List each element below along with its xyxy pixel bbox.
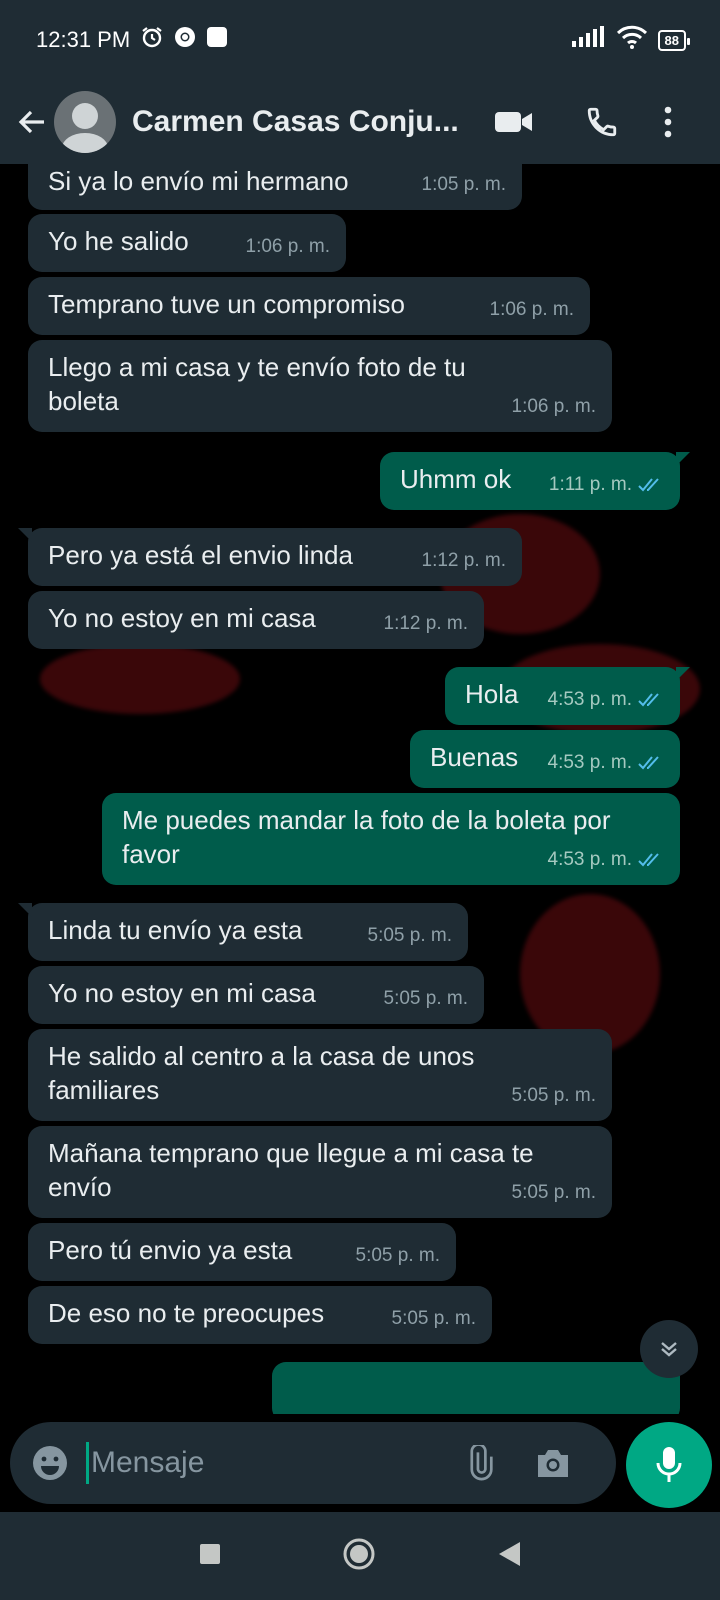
message-time: 1:12 p. m. xyxy=(383,613,469,634)
more-vertical-icon[interactable] xyxy=(646,92,690,152)
message-text: Llego a mi casa y te envío foto de tu bo… xyxy=(48,352,466,416)
message-bubble-incoming[interactable]: Pero ya está el envio linda 1:12 p. m. xyxy=(18,528,522,586)
message-time: 1:05 p. m. xyxy=(421,174,507,195)
message-time: 1:06 p. m. xyxy=(511,396,597,417)
message-bubble-incoming[interactable]: Yo he salido 1:06 p. m. xyxy=(28,214,346,272)
message-bubble-outgoing[interactable]: Uhmm ok 1:11 p. m. xyxy=(380,452,690,510)
read-receipt-icon xyxy=(638,853,659,867)
chat-header: Carmen Casas Conju... xyxy=(0,80,720,164)
message-text: Buenas xyxy=(430,742,519,772)
message-time: 5:05 p. m. xyxy=(383,988,469,1009)
read-receipt-icon xyxy=(638,756,659,770)
emoji-icon[interactable] xyxy=(30,1443,70,1483)
read-receipt-icon xyxy=(638,478,659,492)
status-time: 12:31 PM xyxy=(36,27,131,52)
message-bubble-incoming[interactable]: Temprano tuve un compromiso 1:06 p. m. xyxy=(28,277,590,335)
home-icon[interactable] xyxy=(342,1537,376,1576)
wifi-icon xyxy=(616,25,648,55)
alarm-icon xyxy=(140,25,164,55)
recents-icon[interactable] xyxy=(198,1542,222,1571)
message-bubble-incoming[interactable]: Mañana temprano que llegue a mi casa te … xyxy=(28,1126,612,1218)
camera-icon[interactable] xyxy=(531,1441,575,1485)
message-text: Pero ya está el envio linda xyxy=(48,540,353,570)
message-text: De eso no te preocupes xyxy=(48,1298,325,1328)
message-text: Si ya lo envío mi hermano xyxy=(48,166,349,196)
message-time: 5:05 p. m. xyxy=(511,1182,597,1203)
message-bubble-outgoing-partial[interactable] xyxy=(272,1362,690,1414)
system-navigation-bar xyxy=(0,1512,720,1600)
message-time: 1:12 p. m. xyxy=(421,550,507,571)
chrome-icon xyxy=(174,26,196,54)
back-triangle-icon[interactable] xyxy=(496,1540,522,1573)
message-time: 4:53 p. m. xyxy=(548,843,665,877)
message-time: 1:06 p. m. xyxy=(245,236,331,257)
message-text: Yo no estoy en mi casa xyxy=(48,978,316,1008)
message-text: Mañana temprano que llegue a mi casa te … xyxy=(48,1138,534,1202)
avatar[interactable] xyxy=(54,91,116,153)
message-text: Me puedes mandar la foto de la boleta po… xyxy=(122,805,611,869)
message-bubble-outgoing[interactable]: Hola 4:53 p. m. xyxy=(445,667,690,725)
message-time: 5:05 p. m. xyxy=(355,1245,441,1266)
message-time: 1:06 p. m. xyxy=(489,299,575,320)
message-time: 1:11 p. m. xyxy=(549,468,664,502)
message-input-container xyxy=(10,1422,616,1504)
message-bubble-incoming[interactable]: De eso no te preocupes 5:05 p. m. xyxy=(28,1286,492,1344)
message-list[interactable]: Si ya lo envío mi hermano 1:05 p. m. Yo … xyxy=(0,164,720,1414)
contact-name[interactable]: Carmen Casas Conju... xyxy=(132,105,472,139)
message-bubble-incoming[interactable]: Si ya lo envío mi hermano 1:05 p. m. xyxy=(28,164,522,210)
message-text: He salido al centro a la casa de unos fa… xyxy=(48,1041,475,1105)
message-text: Yo no estoy en mi casa xyxy=(48,603,316,633)
message-bubble-incoming[interactable]: Pero tú envio ya esta 5:05 p. m. xyxy=(28,1223,456,1281)
message-text: Yo he salido xyxy=(48,226,189,256)
message-text: Temprano tuve un compromiso xyxy=(48,289,405,319)
message-bubble-incoming[interactable]: Yo no estoy en mi casa 1:12 p. m. xyxy=(28,591,484,649)
battery-indicator: 88 xyxy=(657,29,691,51)
signal-icon xyxy=(571,26,606,54)
paperclip-icon[interactable] xyxy=(457,1441,501,1485)
message-input[interactable] xyxy=(91,1446,451,1480)
message-text: Uhmm ok xyxy=(400,464,512,494)
message-bubble-outgoing[interactable]: Buenas 4:53 p. m. xyxy=(410,730,680,788)
status-bar: 12:31 PM 88 xyxy=(0,0,720,80)
message-text: Pero tú envio ya esta xyxy=(48,1235,293,1265)
phone-icon[interactable] xyxy=(572,92,632,152)
message-composer xyxy=(0,1414,720,1512)
message-time: 4:53 p. m. xyxy=(548,683,665,717)
wallpaper-decoration xyxy=(40,644,240,714)
message-bubble-incoming[interactable]: He salido al centro a la casa de unos fa… xyxy=(28,1029,612,1121)
message-time: 5:05 p. m. xyxy=(367,925,453,946)
double-chevron-down-icon[interactable] xyxy=(640,1320,698,1378)
message-time: 4:53 p. m. xyxy=(548,746,665,780)
message-bubble-incoming[interactable]: Linda tu envío ya esta 5:05 p. m. xyxy=(18,903,468,961)
message-time: 5:05 p. m. xyxy=(391,1308,477,1329)
message-bubble-incoming[interactable]: Llego a mi casa y te envío foto de tu bo… xyxy=(28,340,612,432)
message-time: 5:05 p. m. xyxy=(511,1085,597,1106)
notification-square-icon xyxy=(206,26,228,54)
message-bubble-outgoing[interactable]: Me puedes mandar la foto de la boleta po… xyxy=(102,793,680,885)
message-bubble-incoming[interactable]: Yo no estoy en mi casa 5:05 p. m. xyxy=(28,966,484,1024)
read-receipt-icon xyxy=(638,693,659,707)
video-camera-icon[interactable] xyxy=(484,92,544,152)
message-text: Linda tu envío ya esta xyxy=(48,915,303,945)
arrow-left-icon[interactable] xyxy=(14,104,50,140)
microphone-icon[interactable] xyxy=(626,1422,712,1508)
text-cursor xyxy=(86,1442,89,1484)
message-text: Hola xyxy=(465,679,519,709)
